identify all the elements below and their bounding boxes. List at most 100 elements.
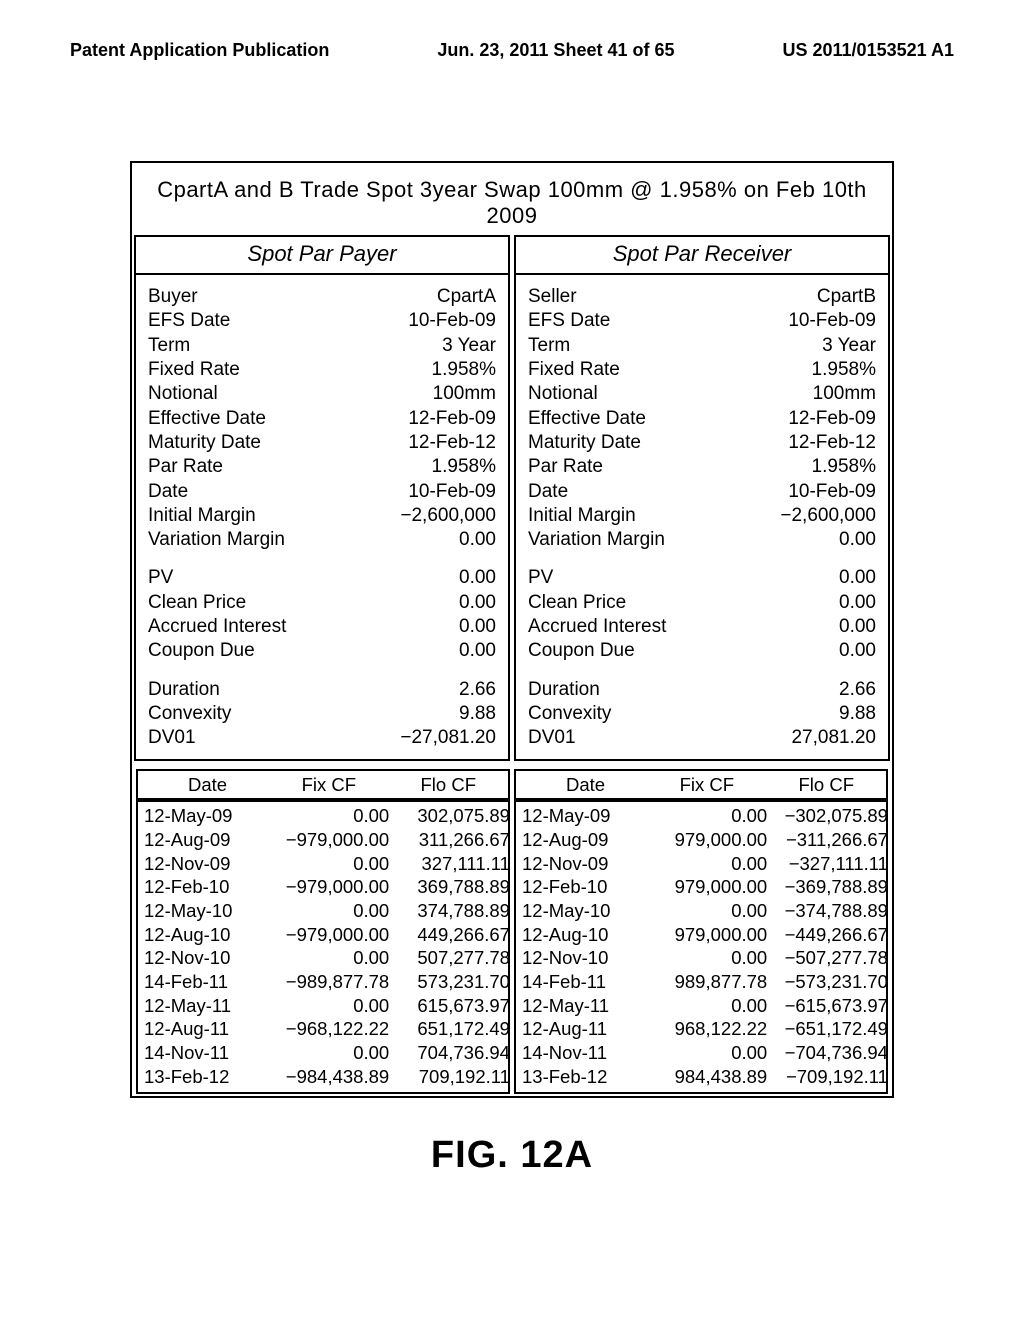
kv-row: Clean Price0.00 bbox=[528, 591, 876, 615]
kv-value: 2.66 bbox=[459, 678, 496, 702]
cashflow-row: 12-May-090.00−302,075.89 bbox=[518, 804, 884, 828]
kv-row: Clean Price0.00 bbox=[148, 591, 496, 615]
cashflow-cell-date: 14-Nov-11 bbox=[518, 1041, 646, 1065]
header-center: Jun. 23, 2011 Sheet 41 of 65 bbox=[437, 40, 674, 61]
cashflow-cell-fix: 0.00 bbox=[646, 804, 767, 828]
cashflow-row: 13-Feb-12984,438.89−709,192.11 bbox=[518, 1065, 884, 1089]
kv-label: Effective Date bbox=[148, 407, 266, 431]
cashflow-row: 12-Nov-090.00327,111.11 bbox=[140, 852, 506, 876]
cashflow-row: 12-May-090.00302,075.89 bbox=[140, 804, 506, 828]
cashflow-row: 12-Feb-10979,000.00−369,788.89 bbox=[518, 875, 884, 899]
cashflow-cell-fix: −984,438.89 bbox=[268, 1065, 389, 1089]
kv-row: Accrued Interest0.00 bbox=[528, 615, 876, 639]
cashflow-cell-fix: 979,000.00 bbox=[646, 828, 767, 852]
cashflow-cell-flo: −651,172.49 bbox=[767, 1017, 892, 1041]
cashflow-cell-fix: 984,438.89 bbox=[646, 1065, 767, 1089]
kv-value: 10-Feb-09 bbox=[788, 480, 876, 504]
kv-row: Effective Date12-Feb-09 bbox=[528, 407, 876, 431]
cashflow-cell-fix: 0.00 bbox=[268, 946, 389, 970]
kv-value: CpartA bbox=[437, 285, 496, 309]
kv-row: Par Rate1.958% bbox=[148, 455, 496, 479]
kv-label: Initial Margin bbox=[528, 504, 636, 528]
kv-row: Maturity Date12-Feb-12 bbox=[528, 431, 876, 455]
cashflow-row: 12-May-100.00−374,788.89 bbox=[518, 899, 884, 923]
cashflow-cell-flo: −507,277.78 bbox=[767, 946, 892, 970]
kv-row: DV0127,081.20 bbox=[528, 726, 876, 750]
cashflow-cell-fix: −979,000.00 bbox=[268, 923, 389, 947]
cashflow-cell-fix: 979,000.00 bbox=[646, 923, 767, 947]
kv-label: Fixed Rate bbox=[528, 358, 620, 382]
cashflow-cell-flo: 327,111.11 bbox=[389, 852, 514, 876]
kv-label: Variation Margin bbox=[148, 528, 285, 552]
receiver-cf-body: 12-May-090.00−302,075.8912-Aug-09979,000… bbox=[516, 800, 886, 1092]
kv-value: 9.88 bbox=[839, 702, 876, 726]
cashflow-cell-fix: 0.00 bbox=[268, 852, 389, 876]
kv-value: 3 Year bbox=[442, 334, 496, 358]
kv-value: 0.00 bbox=[839, 528, 876, 552]
cashflow-cell-fix: 968,122.22 bbox=[646, 1017, 767, 1041]
cashflow-cell-fix: 0.00 bbox=[268, 994, 389, 1018]
cashflow-cell-flo: −302,075.89 bbox=[767, 804, 892, 828]
cashflow-cell-flo: 651,172.49 bbox=[389, 1017, 514, 1041]
kv-label: Clean Price bbox=[528, 591, 626, 615]
kv-row: Term3 Year bbox=[528, 334, 876, 358]
kv-label: Notional bbox=[528, 382, 598, 406]
kv-row: Fixed Rate1.958% bbox=[148, 358, 496, 382]
figure-title: CpartA and B Trade Spot 3year Swap 100mm… bbox=[132, 163, 892, 233]
kv-row: Par Rate1.958% bbox=[528, 455, 876, 479]
cashflow-cell-date: 12-May-09 bbox=[140, 804, 268, 828]
cashflow-cell-date: 12-Aug-09 bbox=[140, 828, 268, 852]
kv-row: Duration 2.66 bbox=[148, 678, 496, 702]
cashflow-cell-date: 14-Feb-11 bbox=[518, 970, 646, 994]
receiver-cf-col-date: Date bbox=[520, 773, 647, 797]
kv-value: 3 Year bbox=[822, 334, 876, 358]
cashflow-cell-fix: 979,000.00 bbox=[646, 875, 767, 899]
cashflow-cell-date: 12-May-09 bbox=[518, 804, 646, 828]
kv-label: Notional bbox=[148, 382, 218, 406]
panels-row: Spot Par Payer Buyer CpartA EFS Date 10-Feb… bbox=[132, 233, 892, 763]
payer-cashflow-table: Date Fix CF Flo CF 12-May-090.00302,075.… bbox=[136, 769, 510, 1095]
kv-label: DV01 bbox=[148, 726, 196, 750]
kv-row: PV0.00 bbox=[528, 566, 876, 590]
kv-row: Duration2.66 bbox=[528, 678, 876, 702]
cashflow-row: 12-Aug-11−968,122.22651,172.49 bbox=[140, 1017, 506, 1041]
receiver-cf-header: Date Fix CF Flo CF bbox=[516, 771, 886, 801]
receiver-cf-col-fix: Fix CF bbox=[647, 773, 766, 797]
kv-label: Fixed Rate bbox=[148, 358, 240, 382]
cashflow-cell-date: 12-Aug-09 bbox=[518, 828, 646, 852]
cashflow-row: 12-Nov-100.00−507,277.78 bbox=[518, 946, 884, 970]
kv-value: 0.00 bbox=[459, 528, 496, 552]
payer-panel-title: Spot Par Payer bbox=[136, 237, 508, 275]
cashflow-cell-date: 14-Nov-11 bbox=[140, 1041, 268, 1065]
cashflow-cell-date: 13-Feb-12 bbox=[140, 1065, 268, 1089]
kv-label: Variation Margin bbox=[528, 528, 665, 552]
kv-row: Convexity9.88 bbox=[148, 702, 496, 726]
cashflow-cell-flo: 449,266.67 bbox=[389, 923, 514, 947]
kv-label: Buyer bbox=[148, 285, 198, 309]
kv-label: Duration bbox=[148, 678, 220, 702]
kv-row: Fixed Rate1.958% bbox=[528, 358, 876, 382]
kv-label: Clean Price bbox=[148, 591, 246, 615]
cashflow-cell-date: 12-May-10 bbox=[140, 899, 268, 923]
kv-label: EFS Date bbox=[148, 309, 230, 333]
cashflow-cell-flo: 311,266.67 bbox=[389, 828, 514, 852]
kv-value: 2.66 bbox=[839, 678, 876, 702]
page-header: Patent Application Publication Jun. 23, … bbox=[0, 0, 1024, 71]
cashflow-cell-date: 12-May-10 bbox=[518, 899, 646, 923]
kv-row: Variation Margin 0.00 bbox=[528, 528, 876, 552]
header-right: US 2011/0153521 A1 bbox=[783, 40, 954, 61]
cashflow-row: 12-Aug-09979,000.00−311,266.67 bbox=[518, 828, 884, 852]
cashflow-row: 12-Nov-090.00−327,111.11 bbox=[518, 852, 884, 876]
kv-value: −2,600,000 bbox=[400, 504, 496, 528]
cashflow-row: 12-Aug-10−979,000.00449,266.67 bbox=[140, 923, 506, 947]
kv-row: Coupon Due0.00 bbox=[148, 639, 496, 663]
cashflow-row: 12-Nov-100.00507,277.78 bbox=[140, 946, 506, 970]
kv-value: 10-Feb-09 bbox=[788, 309, 876, 333]
cashflow-cell-date: 14-Feb-11 bbox=[140, 970, 268, 994]
cashflow-cell-flo: 709,192.11 bbox=[389, 1065, 514, 1089]
cashflow-row: 12-May-110.00−615,673.97 bbox=[518, 994, 884, 1018]
payer-cf-col-date: Date bbox=[142, 773, 269, 797]
kv-label: Par Rate bbox=[528, 455, 603, 479]
receiver-cashflow-table: Date Fix CF Flo CF 12-May-090.00−302,075… bbox=[514, 769, 888, 1095]
kv-row: Term3 Year bbox=[148, 334, 496, 358]
